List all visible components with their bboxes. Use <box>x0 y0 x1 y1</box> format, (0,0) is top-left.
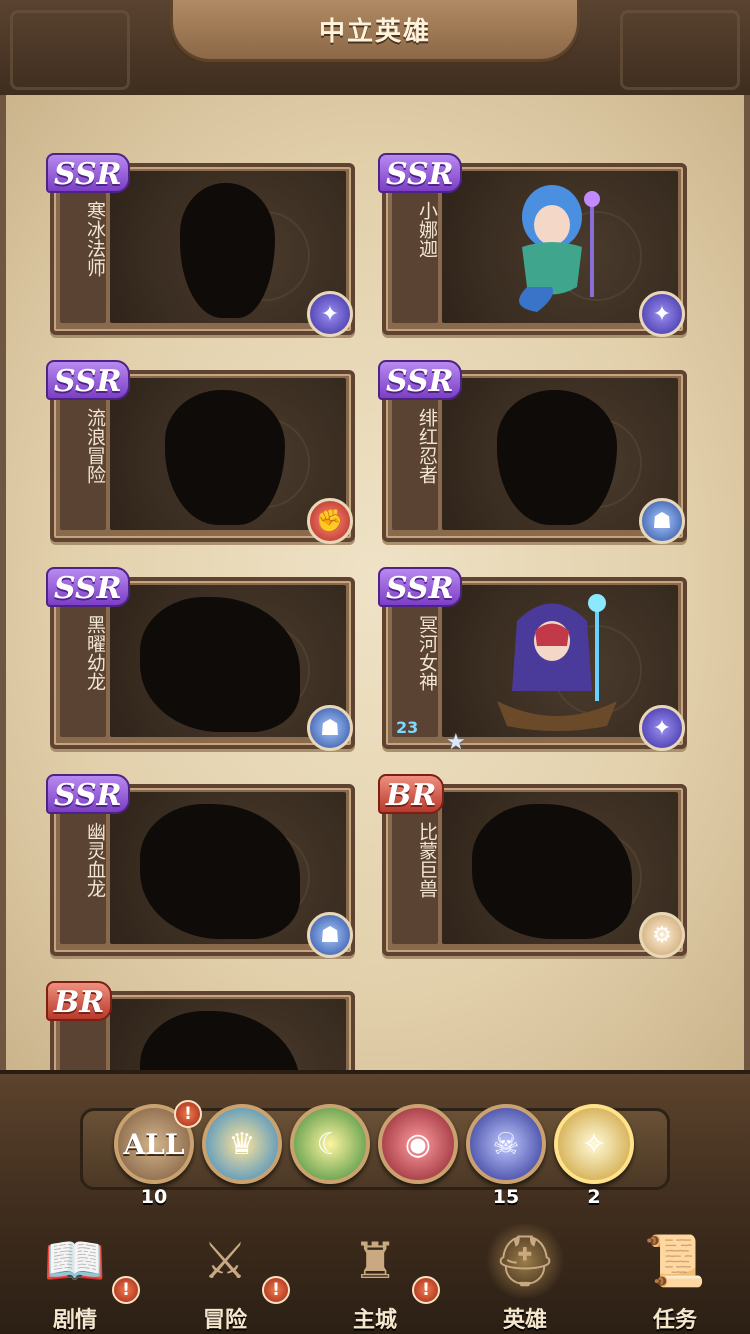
helmet-icon: ⛑ <box>483 1224 567 1298</box>
hero-card[interactable]: 冥河女神 SSR 23 ★ ✦ <box>378 567 687 755</box>
hero-card[interactable]: 幽灵血龙 SSR ☗ <box>46 774 355 958</box>
hero-level: 23 <box>396 718 419 737</box>
hero-name: 冥河女神 <box>416 615 438 691</box>
rarity-badge: SSR <box>46 360 130 400</box>
styx-goddess-hero-art <box>497 594 617 731</box>
hero-silhouette <box>140 804 300 939</box>
hero-name: 流浪冒险 <box>84 408 106 484</box>
filter-celestial-count: 2 <box>587 1186 601 1208</box>
crown-icon: ♛ <box>228 1126 256 1162</box>
hero-card[interactable]: 比蒙巨兽 BR ⚙ <box>378 774 687 958</box>
hero-grid: 寒冰法师 SSR ✦ 小娜迦 SSR ✦ 流浪冒险 SSR ✊ 绯红忍者 SSR… <box>6 95 744 1070</box>
hero-silhouette <box>497 390 617 525</box>
hero-card[interactable]: 流浪冒险 SSR ✊ <box>46 360 355 544</box>
rarity-badge: SSR <box>46 153 130 193</box>
hero-silhouette <box>472 804 632 939</box>
hero-card[interactable]: 寒冰法师 SSR ✦ <box>46 153 355 337</box>
bottom-nav: 📖 剧情 ! ⚔ 冒险 ! ♜ 主城 ! ⛑ 英雄 📜 任务 <box>0 1220 750 1334</box>
filter-celestial-button[interactable]: ✧ <box>554 1104 634 1184</box>
filter-lightbearer-button[interactable]: ♛ <box>202 1104 282 1184</box>
dimensional-icon: ⚙ <box>639 912 685 958</box>
nav-label: 任务 <box>652 1308 697 1333</box>
filter-graveborn-button[interactable]: ☠ <box>466 1104 546 1184</box>
hero-name: 寒冰法师 <box>84 201 106 277</box>
hero-silhouette <box>165 390 285 525</box>
faction-filter-bar: ALL ! 10 ♛ ☾ ◉ ☠ 15 ✧ 2 <box>0 1070 750 1220</box>
hero-card[interactable]: BR <box>46 981 355 1070</box>
hero-silhouette <box>140 597 300 732</box>
rarity-badge: SSR <box>378 153 462 193</box>
page-title: 中立英雄 <box>318 17 431 47</box>
hero-name: 比蒙巨兽 <box>416 822 438 898</box>
nav-heroes[interactable]: ⛑ 英雄 <box>450 1220 600 1334</box>
hero-name: 小娜迦 <box>416 201 438 258</box>
celestial-icon: ✦ <box>639 291 685 337</box>
rarity-badge: SSR <box>46 567 130 607</box>
star-icon: ★ <box>446 730 466 755</box>
hero-silhouette <box>180 183 275 318</box>
ornament-left <box>10 10 130 90</box>
graveborn-icon: ☗ <box>307 912 353 958</box>
celestial-icon: ✦ <box>639 705 685 751</box>
nav-label: 剧情 <box>52 1308 97 1333</box>
hero-card[interactable]: 小娜迦 SSR ✦ <box>378 153 687 337</box>
hero-portrait <box>110 999 346 1070</box>
rarity-badge: BR <box>378 774 445 814</box>
nav-main-city[interactable]: ♜ 主城 ! <box>300 1220 450 1334</box>
hero-card[interactable]: 绯红忍者 SSR ☗ <box>378 360 687 544</box>
mauler-icon: ✊ <box>307 498 353 544</box>
scroll-icon: 📜 <box>643 1231 707 1290</box>
nav-label: 英雄 <box>502 1308 547 1333</box>
hero-name: 黑曜幼龙 <box>84 615 106 691</box>
hero-parchment: 寒冰法师 SSR ✦ 小娜迦 SSR ✦ 流浪冒险 SSR ✊ 绯红忍者 SSR… <box>0 95 750 1070</box>
celestial-icon: ✦ <box>307 291 353 337</box>
naga-hero-art <box>519 185 600 312</box>
graveborn-icon: ☗ <box>307 705 353 751</box>
hero-name: 幽灵血龙 <box>84 822 106 898</box>
book-icon: 📖 <box>43 1231 107 1290</box>
ornament-right <box>620 10 740 90</box>
alert-badge: ! <box>174 1100 202 1128</box>
filter-wilder-button[interactable]: ☾ <box>290 1104 370 1184</box>
filter-mauler-button[interactable]: ◉ <box>378 1104 458 1184</box>
rarity-badge: BR <box>46 981 113 1021</box>
alert-badge: ! <box>262 1276 290 1304</box>
nav-adventure[interactable]: ⚔ 冒险 ! <box>150 1220 300 1334</box>
alert-badge: ! <box>412 1276 440 1304</box>
filter-all-count: 10 <box>140 1186 168 1208</box>
eye-icon: ◉ <box>404 1126 432 1162</box>
ghost-icon: ☠ <box>492 1126 520 1162</box>
rarity-badge: SSR <box>378 567 462 607</box>
nav-label: 冒险 <box>202 1308 247 1333</box>
nav-quests[interactable]: 📜 任务 <box>600 1220 750 1334</box>
nav-story[interactable]: 📖 剧情 ! <box>0 1220 150 1334</box>
filter-all-label: ALL <box>123 1127 185 1161</box>
alert-badge: ! <box>112 1276 140 1304</box>
hero-silhouette <box>140 1011 300 1070</box>
graveborn-icon: ☗ <box>639 498 685 544</box>
rarity-badge: SSR <box>46 774 130 814</box>
moon-icon: ☾ <box>316 1126 344 1162</box>
castle-icon: ♜ <box>352 1232 398 1290</box>
hero-card[interactable]: 黑曜幼龙 SSR ☗ <box>46 567 355 751</box>
hero-name: 绯红忍者 <box>416 408 438 484</box>
crossed-swords-icon: ⚔ <box>202 1232 248 1290</box>
rarity-badge: SSR <box>378 360 462 400</box>
nav-label: 主城 <box>352 1308 397 1333</box>
wings-icon: ✧ <box>581 1126 607 1162</box>
title-plate: 中立英雄 <box>170 0 580 62</box>
filter-graveborn-count: 15 <box>492 1186 520 1208</box>
